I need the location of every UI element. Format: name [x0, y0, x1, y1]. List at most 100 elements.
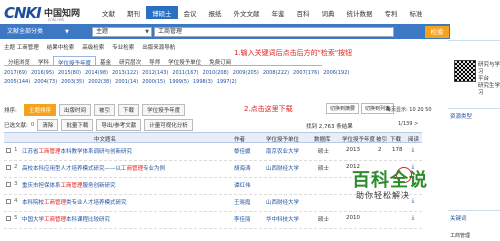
filter-tab[interactable]: 学位授予单位 — [164, 56, 205, 66]
row-checkbox[interactable] — [6, 216, 11, 221]
subnav-link[interactable]: 出版来源导航 — [142, 43, 175, 51]
row-checkbox[interactable] — [6, 182, 11, 187]
nav-item[interactable]: 外文文献 — [228, 6, 266, 19]
year-filter-item[interactable]: 2015(80) — [58, 70, 81, 79]
nav-item[interactable]: 统计数据 — [341, 6, 379, 19]
col-unit[interactable]: 学位授予单位 — [266, 135, 299, 143]
per-page-selector[interactable]: 每页显示: 10 20 50 — [386, 106, 432, 113]
row-author[interactable]: 谭红伟 — [234, 181, 251, 189]
row-unit[interactable]: 南京农业大学 — [266, 147, 299, 155]
col-read[interactable]: 阅读 — [408, 135, 419, 143]
row-title-link[interactable]: 江苏省工商管理本科教学体系调研与创新研究 — [22, 147, 132, 155]
nav-item[interactable]: 词典 — [316, 6, 341, 19]
row-checkbox[interactable] — [6, 199, 11, 204]
year-filter-item[interactable]: 2007(176) — [293, 70, 319, 79]
subnav-link[interactable]: 结果中检索 — [47, 43, 75, 51]
year-filter-item[interactable]: 2005(144) — [4, 79, 30, 88]
download-icon[interactable]: ⤓ — [409, 146, 417, 154]
pager[interactable]: 1/139 > — [398, 121, 418, 127]
nav-item[interactable]: 专利 — [379, 6, 404, 19]
row-author[interactable]: 王晓霞 — [234, 198, 251, 206]
row-title-link[interactable]: 本科院校工商管理类专业人才培养模式研究 — [22, 198, 127, 206]
subnav-link[interactable]: 专业检索 — [112, 43, 134, 51]
sort-label: 排序: — [4, 108, 17, 114]
col-year[interactable]: 学位授予年度 — [342, 135, 375, 143]
search-scope-select[interactable]: 文献全部分类 ▼ — [4, 27, 72, 37]
nav-item[interactable]: 年鉴 — [266, 6, 291, 19]
col-title[interactable]: 中文题名 — [94, 135, 116, 143]
nav-item[interactable]: 博硕士 — [146, 6, 178, 19]
year-filter-item[interactable]: 2003(35) — [61, 79, 84, 88]
year-filter-item[interactable]: 2002(38) — [88, 79, 111, 88]
divider — [448, 40, 500, 41]
row-title-link[interactable]: 中国大学工商管理本科课程比较研究 — [22, 215, 110, 223]
sort-option[interactable]: 出版时间 — [59, 103, 92, 116]
col-author[interactable]: 作者 — [234, 135, 245, 143]
subnav-link[interactable]: 高级检索 — [82, 43, 104, 51]
row-author[interactable]: 黎佳媛 — [234, 147, 251, 155]
filter-tab[interactable]: 分组浏览 — [4, 56, 34, 66]
download-icon[interactable]: ⤓ — [409, 214, 417, 222]
sort-option[interactable]: 主题排序 — [24, 103, 57, 116]
batch-download-button[interactable]: 批量下载 — [61, 119, 94, 131]
year-filter-item[interactable]: 2014(98) — [85, 70, 108, 79]
nav-item[interactable]: 标准 — [404, 6, 429, 19]
row-unit[interactable]: 山西财经大学 — [266, 164, 299, 172]
nav-item[interactable]: 文献 — [96, 6, 121, 19]
filter-tab[interactable]: 导师 — [145, 56, 164, 66]
sort-option[interactable]: 学位授予年度 — [142, 103, 186, 116]
col-download[interactable]: 下载 — [390, 135, 401, 143]
sort-option[interactable]: 被引 — [94, 103, 116, 116]
facet-keyword[interactable]: 关键词 — [450, 214, 467, 222]
nav-item[interactable]: 报纸 — [203, 6, 228, 19]
promo-text[interactable]: 研究与学习 平台 研究生学习 — [478, 62, 500, 97]
year-filter-item[interactable]: 1998(3) — [193, 79, 213, 88]
row-author[interactable]: 李佳丽 — [234, 215, 251, 223]
col-db[interactable]: 数据库 — [314, 135, 331, 143]
filter-tab[interactable]: 基金 — [96, 56, 115, 66]
view-toggle-button[interactable]: 切换到摘要 — [326, 103, 360, 114]
analyze-button[interactable]: 计量可视化分析 — [144, 119, 193, 131]
facet-resource-type[interactable]: 资源类型 — [450, 112, 472, 120]
year-filter-item[interactable]: 2004(73) — [34, 79, 57, 88]
year-filter-item[interactable]: 2008(222) — [263, 70, 289, 79]
nav-item[interactable]: 百科 — [291, 6, 316, 19]
nav-item[interactable]: 会议 — [178, 6, 203, 19]
filter-tab[interactable]: 学位授予年度 — [53, 56, 97, 67]
filter-tab[interactable]: 免费订阅 — [205, 56, 235, 66]
year-filter-item[interactable]: 2011(167) — [172, 70, 198, 79]
search-field-select[interactable]: 主题 ▼ — [92, 27, 152, 37]
year-filter-item[interactable]: 2010(208) — [203, 70, 229, 79]
search-input[interactable]: 工商管理 — [154, 27, 394, 37]
clear-button[interactable]: 清除 — [37, 119, 59, 131]
year-filter-item[interactable]: 2001(14) — [115, 79, 138, 88]
year-filter-item[interactable]: 2000(15) — [142, 79, 165, 88]
year-filter-item[interactable]: 2013(122) — [112, 70, 138, 79]
sort-option[interactable]: 下载 — [118, 103, 140, 116]
selection-row: 已选文献: 0 清除 批量下载 导出/参考文献 计量可视化分析 — [4, 119, 196, 131]
year-filter-item[interactable]: 2012(143) — [142, 70, 168, 79]
search-button[interactable]: 检索 — [425, 26, 449, 38]
row-title-link[interactable]: 重庆市担保体系工商管理服务创新研究 — [22, 181, 116, 189]
row-author[interactable]: 胡海涛 — [234, 164, 251, 172]
year-filter-item[interactable]: 2006(192) — [323, 70, 349, 79]
year-filter-item[interactable]: 2017(69) — [4, 70, 27, 79]
year-filter-item[interactable]: 2016(95) — [31, 70, 54, 79]
year-filter-item[interactable]: 2009(205) — [233, 70, 259, 79]
facet-keyword-item[interactable]: 工商管理 — [450, 232, 470, 239]
year-filter-item[interactable]: 1997(2) — [217, 79, 237, 88]
row-title-link[interactable]: 高校本科应用型人才培养模式研究——以工商管理专业为例 — [22, 164, 165, 172]
row-checkbox[interactable] — [6, 165, 11, 170]
row-unit[interactable]: 华中科技大学 — [266, 215, 299, 223]
filter-tab[interactable]: 学科 — [34, 56, 53, 66]
row-checkbox[interactable] — [6, 148, 11, 153]
year-filter-item[interactable]: 1999(5) — [169, 79, 189, 88]
watermark: 百科全说 助你轻松解决 — [352, 166, 448, 208]
subnav-link[interactable]: 主题 工商管理 — [4, 43, 39, 51]
row-unit[interactable]: 山西财经大学 — [266, 198, 299, 206]
col-cite[interactable]: 被引 — [376, 135, 387, 143]
cnki-logo[interactable]: CNKI 中国知网 cnki.net — [4, 4, 92, 24]
export-button[interactable]: 导出/参考文献 — [96, 119, 142, 131]
nav-item[interactable]: 期刊 — [121, 6, 146, 19]
filter-tab[interactable]: 研究层次 — [115, 56, 145, 66]
